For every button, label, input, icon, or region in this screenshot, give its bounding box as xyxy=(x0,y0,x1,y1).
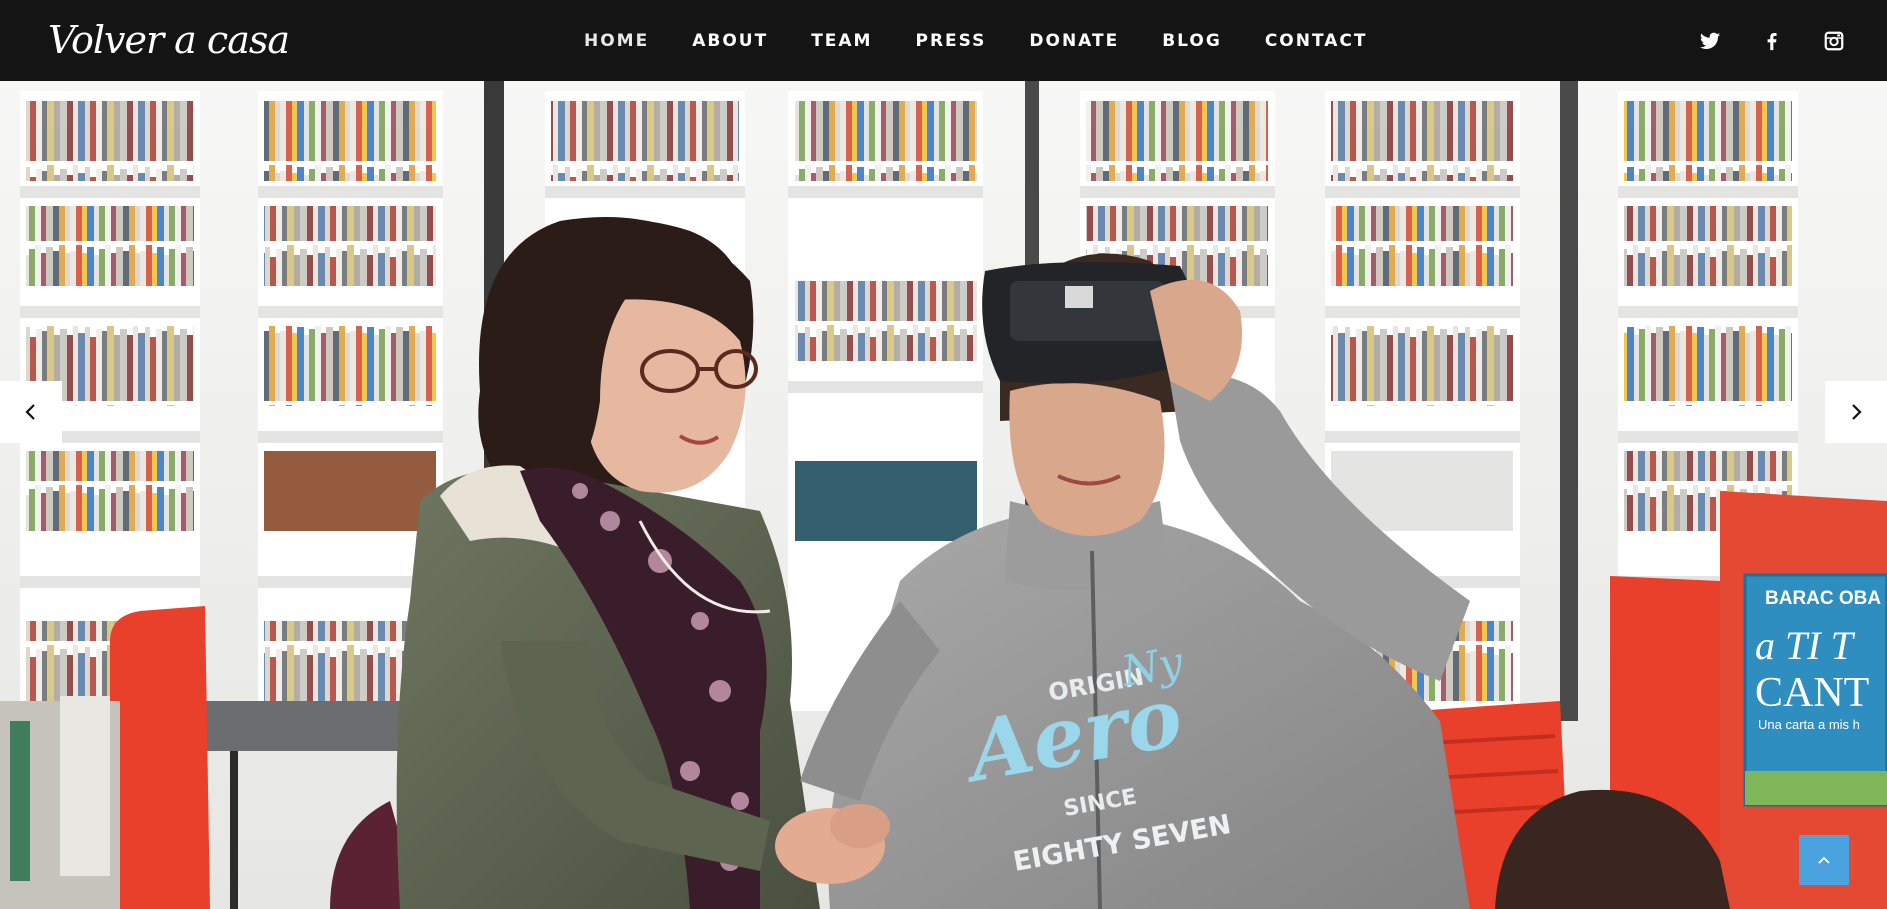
chevron-right-icon xyxy=(1852,404,1862,420)
instagram-icon[interactable] xyxy=(1823,30,1845,52)
book-cover: BARAC OBA a TI T CANT Una carta a mis h xyxy=(1743,573,1887,807)
main-nav: HOME ABOUT TEAM PRESS DONATE BLOG CONTAC… xyxy=(584,0,1410,81)
book-cover-text-4: Una carta a mis h xyxy=(1758,717,1860,732)
chevron-left-icon xyxy=(25,404,35,420)
scroll-to-top-button[interactable] xyxy=(1799,835,1849,885)
hero-photo: BARAC OBA a TI T CANT Una carta a mis h xyxy=(0,81,1887,909)
book-cover-text-3: CANT xyxy=(1755,670,1869,716)
slider-next-button[interactable] xyxy=(1825,381,1887,443)
nav-item-donate[interactable]: DONATE xyxy=(1029,31,1119,51)
nav-item-contact[interactable]: CONTACT xyxy=(1265,31,1368,51)
slider-prev-button[interactable] xyxy=(0,381,62,443)
nav-item-press[interactable]: PRESS xyxy=(915,31,986,51)
book-cover-text-2: a TI T xyxy=(1755,623,1856,668)
site-header: Volver a casa HOME ABOUT TEAM PRESS DONA… xyxy=(0,0,1887,81)
nav-item-home[interactable]: HOME xyxy=(584,31,649,51)
facebook-icon[interactable] xyxy=(1761,30,1783,52)
hero-slider: BARAC OBA a TI T CANT Una carta a mis h xyxy=(0,81,1887,909)
book-cover-text-1: BARAC OBA xyxy=(1765,588,1881,609)
nav-item-team[interactable]: TEAM xyxy=(811,31,872,51)
twitter-icon[interactable] xyxy=(1699,30,1721,52)
nav-item-blog[interactable]: BLOG xyxy=(1162,31,1222,51)
chevron-up-icon xyxy=(1818,856,1830,864)
site-logo[interactable]: Volver a casa xyxy=(48,14,290,66)
nav-item-about[interactable]: ABOUT xyxy=(692,31,768,51)
social-links xyxy=(1699,0,1887,81)
